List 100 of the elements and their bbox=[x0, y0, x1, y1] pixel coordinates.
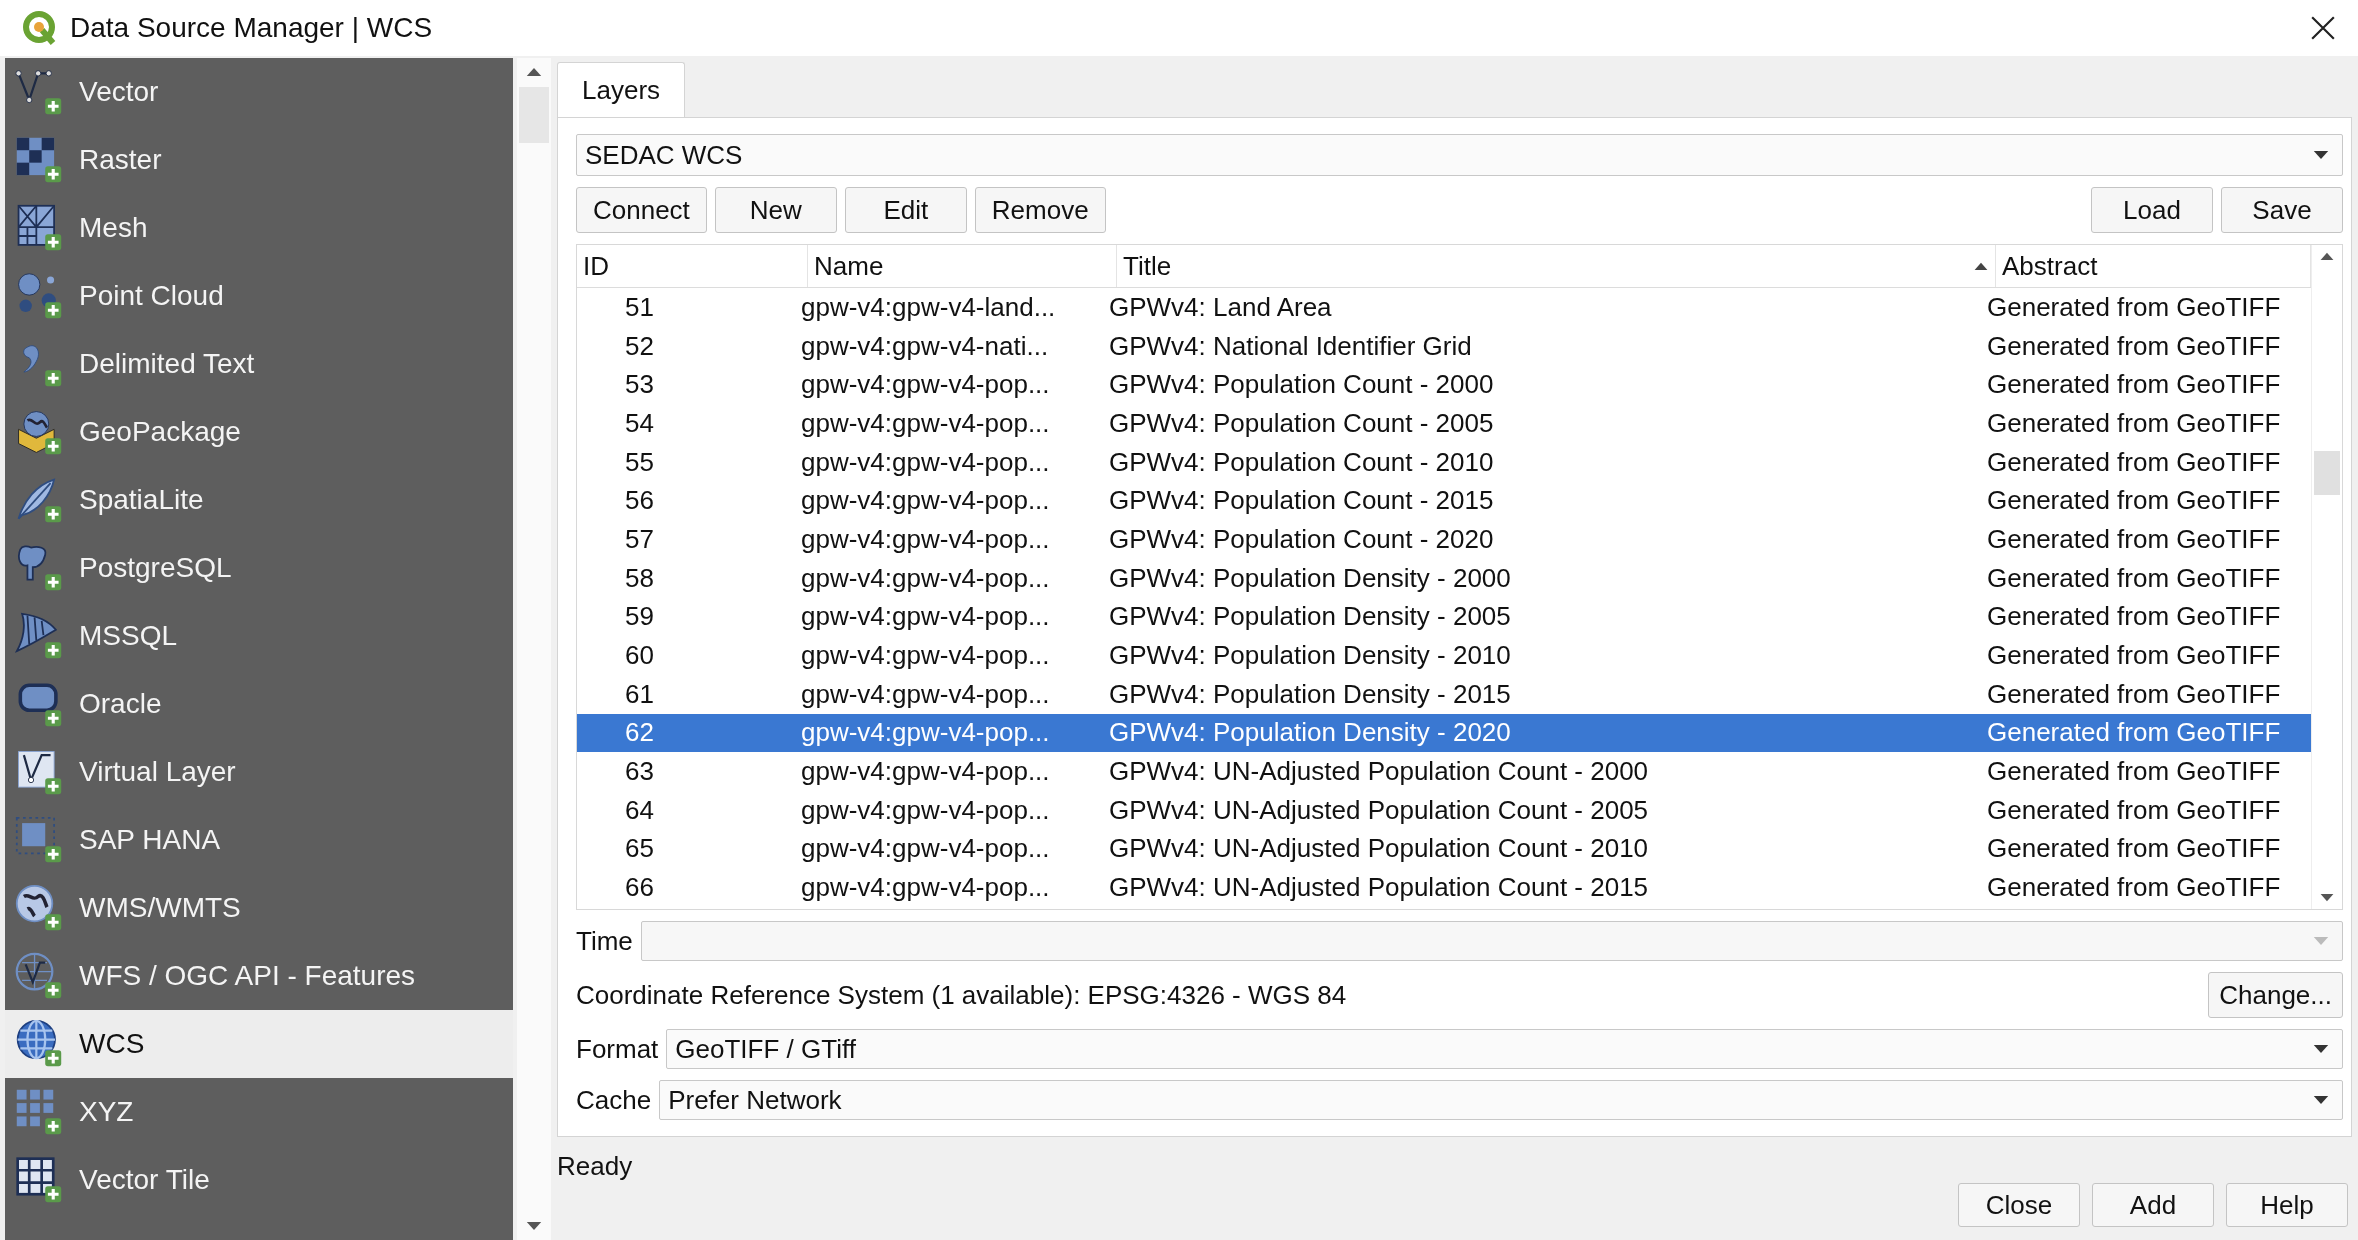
file-button[interactable]: Save bbox=[2221, 187, 2343, 233]
table-row[interactable]: 55 gpw-v4:gpw-v4-pop... GPWv4: Population Count - 2010 Generated from GeoTIFF bbox=[577, 442, 2311, 482]
table-cell-text: gpw-v4:gpw-v4-pop... bbox=[800, 756, 1051, 788]
change-button[interactable]: Change... bbox=[2208, 972, 2343, 1018]
table-cell-text: 60 bbox=[624, 640, 655, 672]
connection-button[interactable]: Remove bbox=[974, 187, 1106, 233]
table-cell-text: Generated from GeoTIFF bbox=[1986, 601, 2282, 633]
table-cell-text: gpw-v4:gpw-v4-pop... bbox=[800, 562, 1051, 594]
scroll-down-icon[interactable] bbox=[2319, 893, 2335, 903]
sidebar-item[interactable]: MSSQL bbox=[5, 602, 513, 670]
table-cell-text: Generated from GeoTIFF bbox=[1986, 407, 2282, 439]
table-cell-text: gpw-v4:gpw-v4-pop... bbox=[800, 640, 1051, 672]
scrollbar[interactable] bbox=[517, 58, 551, 1240]
table-row[interactable]: 59 gpw-v4:gpw-v4-pop... GPWv4: Population Density - 2005 Generated from GeoTIFF bbox=[577, 597, 2311, 637]
table-row[interactable]: 57 gpw-v4:gpw-v4-pop... GPWv4: Population Count - 2020 Generated from GeoTIFF bbox=[577, 520, 2311, 559]
dialog-button[interactable]: Add bbox=[2092, 1183, 2214, 1227]
scroll-down-icon[interactable] bbox=[525, 1221, 543, 1232]
table-row[interactable]: 61 gpw-v4:gpw-v4-pop... GPWv4: Population Density - 2015 Generated from GeoTIFF bbox=[577, 674, 2311, 714]
table-row[interactable]: 54 gpw-v4:gpw-v4-pop... GPWv4: Population Count - 2005 Generated from GeoTIFF bbox=[577, 404, 2311, 443]
table-cell-text: gpw-v4:gpw-v4-pop... bbox=[800, 446, 1051, 478]
table-cell-text: GPWv4: Population Count - 2020 bbox=[1108, 523, 1495, 555]
table-cell-text: 64 bbox=[624, 794, 655, 826]
table-row[interactable]: 53 gpw-v4:gpw-v4-pop... GPWv4: Population Count - 2000 Generated from GeoTIFF bbox=[577, 365, 2311, 405]
scroll-up-icon[interactable] bbox=[2319, 251, 2335, 261]
scroll-up-icon[interactable] bbox=[525, 66, 543, 77]
table-cell-text: 53 bbox=[624, 369, 655, 401]
table-cell-text: 52 bbox=[624, 330, 655, 362]
table-cell-text: 51 bbox=[624, 291, 655, 323]
connection-dropdown[interactable]: SEDAC WCS bbox=[576, 134, 2343, 176]
sidebar-item[interactable]: XYZ bbox=[5, 1078, 513, 1146]
sidebar-item[interactable]: Vector bbox=[5, 58, 513, 126]
sidebar-item[interactable]: SAP HANA bbox=[5, 806, 513, 874]
table-cell-text: 59 bbox=[624, 601, 655, 633]
sidebar-item[interactable]: WCS bbox=[5, 1010, 513, 1078]
table-cell-text: GPWv4: Population Count - 2010 bbox=[1108, 446, 1495, 478]
connection-button[interactable]: New bbox=[714, 187, 837, 233]
table-row[interactable]: 60 gpw-v4:gpw-v4-pop... GPWv4: Population Density - 2010 Generated from GeoTIFF bbox=[577, 636, 2311, 675]
sidebar-item[interactable]: Mesh bbox=[5, 194, 513, 262]
sidebar-item[interactable]: GeoPackage bbox=[5, 398, 513, 466]
sidebar-item[interactable]: Virtual Layer bbox=[5, 738, 513, 806]
connection-button[interactable]: Connect bbox=[576, 187, 707, 233]
dialog-button[interactable]: Help bbox=[2226, 1183, 2348, 1227]
file-button[interactable]: Load bbox=[2091, 187, 2213, 233]
table-cell-text: Generated from GeoTIFF bbox=[1986, 330, 2282, 362]
scrollbar-thumb[interactable] bbox=[2314, 451, 2340, 495]
table-cell-text: Generated from GeoTIFF bbox=[1986, 833, 2282, 865]
table-row[interactable]: 62 gpw-v4:gpw-v4-pop... GPWv4: Population Density - 2020 Generated from GeoTIFF bbox=[577, 713, 2311, 753]
table-cell-text: GPWv4: Population Density - 2005 bbox=[1108, 601, 1512, 633]
table-cell-text: GPWv4: National Identifier Grid bbox=[1108, 330, 1473, 362]
table-cell-text: 54 bbox=[624, 407, 655, 439]
field-label: Cache bbox=[576, 1084, 652, 1116]
close-icon[interactable] bbox=[2310, 15, 2336, 41]
window-title: Data Source Manager | WCS bbox=[70, 12, 433, 44]
box-globe-icon bbox=[15, 408, 63, 456]
sidebar-item[interactable]: PostgreSQL bbox=[5, 534, 513, 602]
dialog-button[interactable]: Close bbox=[1958, 1183, 2080, 1227]
table-cell-text: gpw-v4:gpw-v4-pop... bbox=[800, 794, 1051, 826]
crs-label: Coordinate Reference System (1 available): EPSG:4326 - WGS 84 bbox=[576, 979, 1347, 1011]
table-row[interactable]: 63 gpw-v4:gpw-v4-pop... GPWv4: UN-Adjusted Population Count - 2000 Generated from GeoTIFF bbox=[577, 752, 2311, 791]
sidebar-item[interactable]: Point Cloud bbox=[5, 262, 513, 330]
table-cell-text: Generated from GeoTIFF bbox=[1986, 717, 2282, 749]
column-header[interactable]: Abstract bbox=[1996, 245, 2311, 287]
table-cell-text: 56 bbox=[624, 485, 655, 517]
sort-arrow-icon bbox=[1973, 261, 1989, 271]
table-row[interactable]: 58 gpw-v4:gpw-v4-pop... GPWv4: Population Density - 2000 Generated from GeoTIFF bbox=[577, 558, 2311, 598]
table-cell-text: 58 bbox=[624, 562, 655, 594]
sidebar-item[interactable]: WMS/WMTS bbox=[5, 874, 513, 942]
table-cell-text: gpw-v4:gpw-v4-pop... bbox=[800, 678, 1051, 710]
sidebar-item[interactable]: Raster bbox=[5, 126, 513, 194]
table-row[interactable]: 64 gpw-v4:gpw-v4-pop... GPWv4: UN-Adjusted Population Count - 2005 Generated from GeoTIFF bbox=[577, 790, 2311, 830]
table-row[interactable]: 65 gpw-v4:gpw-v4-pop... GPWv4: UN-Adjusted Population Count - 2010 Generated from GeoTIFF bbox=[577, 829, 2311, 869]
sidebar-item[interactable]: Delimited Text bbox=[5, 330, 513, 398]
column-header[interactable]: ID bbox=[577, 245, 808, 287]
format-dropdown[interactable]: GeoTIFF / GTiff bbox=[666, 1029, 2343, 1069]
vertex-card-icon bbox=[15, 748, 63, 796]
dropdown-arrow-icon bbox=[2312, 1094, 2330, 1106]
connection-button[interactable]: Edit bbox=[844, 187, 967, 233]
field-label: Time bbox=[576, 925, 633, 957]
table-cell-text: Generated from GeoTIFF bbox=[1986, 485, 2282, 517]
sidebar-item[interactable]: WFS / OGC API - Features bbox=[5, 942, 513, 1010]
table-cell-text: gpw-v4:gpw-v4-pop... bbox=[800, 407, 1051, 439]
table-cell-text: GPWv4: Population Density - 2020 bbox=[1108, 717, 1512, 749]
table-cell-text: gpw-v4:gpw-v4-pop... bbox=[800, 601, 1051, 633]
table-cell-text: Generated from GeoTIFF bbox=[1986, 756, 2282, 788]
sidebar-item[interactable]: Oracle bbox=[5, 670, 513, 738]
sidebar-item[interactable]: Vector Tile bbox=[5, 1146, 513, 1214]
column-header[interactable]: Name bbox=[808, 245, 1117, 287]
table-row[interactable]: 66 gpw-v4:gpw-v4-pop... GPWv4: UN-Adjusted Population Count - 2015 Generated from GeoTIFF bbox=[577, 868, 2311, 907]
cache-dropdown[interactable]: Prefer Network bbox=[659, 1080, 2343, 1120]
table-row[interactable]: 51 gpw-v4:gpw-v4-land... GPWv4: Land Area Generated from GeoTIFF bbox=[577, 288, 2311, 327]
table-cell-text: Generated from GeoTIFF bbox=[1986, 640, 2282, 672]
mesh-grid-icon bbox=[15, 204, 63, 252]
table-row[interactable]: 52 gpw-v4:gpw-v4-nati... GPWv4: National Identifier Grid Generated from GeoTIFF bbox=[577, 326, 2311, 366]
column-header[interactable]: Title bbox=[1117, 245, 1996, 287]
table-row[interactable]: 56 gpw-v4:gpw-v4-pop... GPWv4: Population Count - 2015 Generated from GeoTIFF bbox=[577, 481, 2311, 521]
dropdown-arrow-icon bbox=[2312, 149, 2330, 161]
sidebar-item[interactable]: SpatiaLite bbox=[5, 466, 513, 534]
scrollbar[interactable] bbox=[2311, 245, 2342, 909]
tab[interactable]: Layers bbox=[557, 62, 686, 118]
dropdown-arrow-icon bbox=[2312, 935, 2330, 947]
